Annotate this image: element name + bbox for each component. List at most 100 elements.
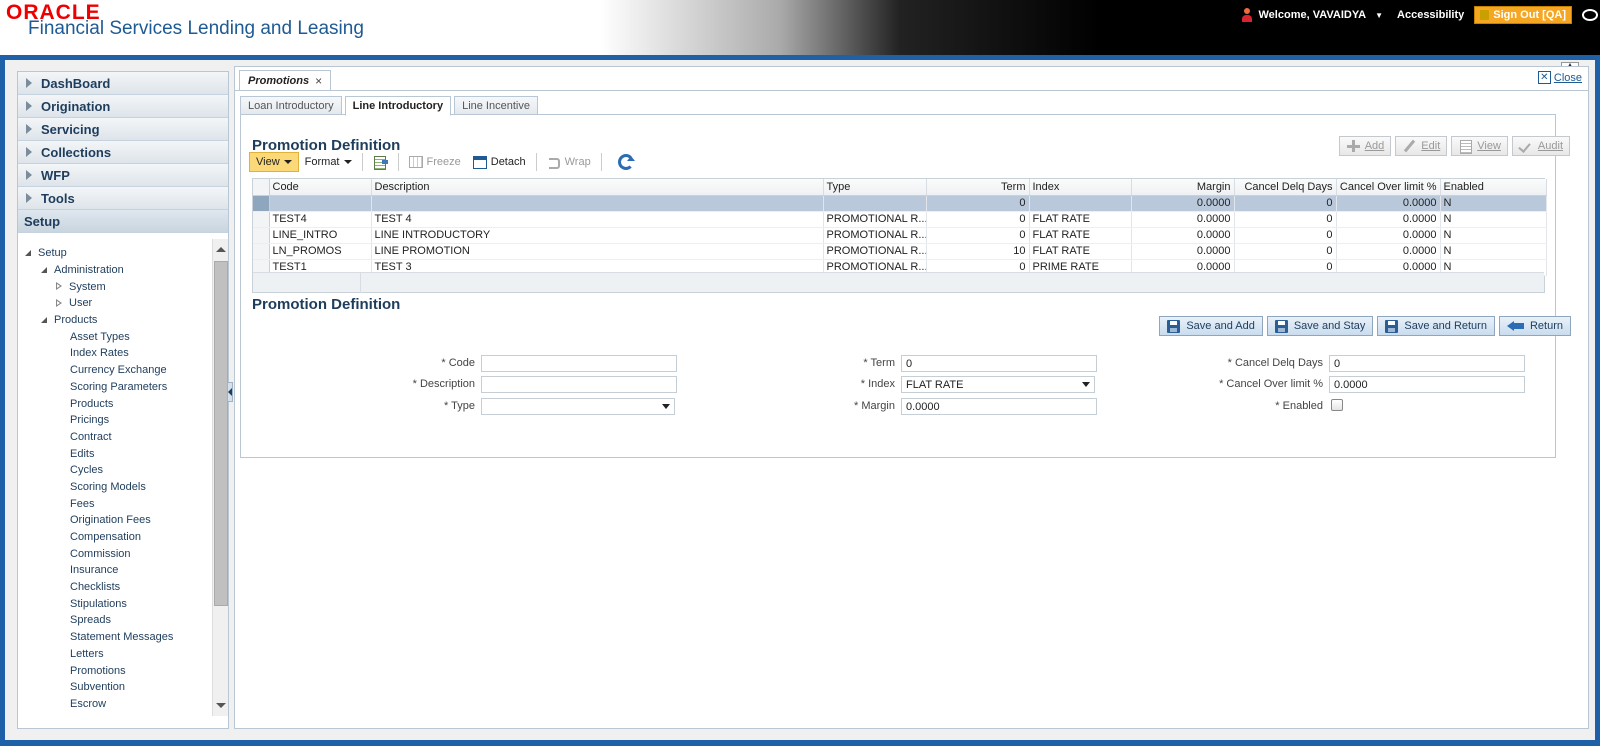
format-menu-button[interactable]: Format [299,152,358,172]
tree-item-origination-fees[interactable]: Origination Fees [18,512,228,529]
collapsed-arrow-icon[interactable] [56,298,63,308]
wrap-button[interactable]: Wrap [541,152,597,172]
column-header[interactable]: Type [823,179,927,196]
accordion-servicing[interactable]: Servicing [18,118,228,141]
expanded-arrow-icon[interactable] [40,316,48,324]
tree-item-administration[interactable]: Administration [18,262,228,279]
accordion-dashboard[interactable]: DashBoard [18,72,228,95]
description-input[interactable] [481,376,677,393]
column-header[interactable]: Cancel Delq Days [1234,179,1337,196]
row-header[interactable] [253,227,270,244]
save-and-return-button[interactable]: Save and Return [1377,316,1495,336]
margin-input[interactable] [901,398,1097,415]
code-input[interactable] [481,355,677,372]
edit-button[interactable]: Edit [1395,136,1448,156]
export-button[interactable] [367,152,394,172]
column-header[interactable]: Description [371,179,824,196]
tree-item-commission[interactable]: Commission [18,545,228,562]
tree-item-system[interactable]: System [18,278,228,295]
subtab-line-introductory[interactable]: Line Introductory [344,96,452,116]
tree-item-setup[interactable]: Setup [18,245,228,262]
tree-item-scoring-parameters[interactable]: Scoring Parameters [18,379,228,396]
tree-item-insurance[interactable]: Insurance [18,562,228,579]
tree-item-escrow[interactable]: Escrow [18,696,228,713]
cancel-over-limit-input[interactable] [1329,376,1525,393]
tree-item-compensation[interactable]: Compensation [18,529,228,546]
expanded-arrow-icon[interactable] [24,249,32,257]
table-row[interactable]: 0 0.0000 0 0.0000 N [253,195,1547,212]
save-and-add-button[interactable]: Save and Add [1159,316,1263,336]
audit-button[interactable]: Audit [1511,136,1570,156]
column-header[interactable]: Cancel Over limit % [1336,179,1441,196]
freeze-button[interactable]: Freeze [403,152,467,172]
tree-item-scoring-models[interactable]: Scoring Models [18,479,228,496]
scroll-thumb[interactable] [214,261,228,606]
type-select[interactable] [481,398,675,415]
accordion-collections[interactable]: Collections [18,141,228,164]
tree-item-edits[interactable]: Edits [18,445,228,462]
tree-item-checklists[interactable]: Checklists [18,579,228,596]
table-row[interactable]: LINE_INTRO LINE INTRODUCTORY PROMOTIONAL R… [253,227,1547,244]
row-header[interactable] [253,243,270,260]
tree-item-user[interactable]: User [18,295,228,312]
accordion-tools[interactable]: Tools [18,187,228,210]
save-and-stay-button[interactable]: Save and Stay [1266,316,1374,336]
tree-item-products[interactable]: Products [18,395,228,412]
tree-item-letters[interactable]: Letters [18,646,228,663]
user-menu[interactable]: Welcome, VAVAIDYA ▼ [1241,8,1383,22]
tree-item-contract[interactable]: Contract [18,429,228,446]
term-input[interactable] [901,355,1097,372]
close-tab-icon[interactable]: × [315,74,322,88]
column-header[interactable]: Code [269,179,372,196]
row-header[interactable] [253,195,270,212]
tree-item-label: Subvention [70,681,126,694]
refresh-button[interactable] [606,152,640,172]
tree-item-cycles[interactable]: Cycles [18,462,228,479]
list-actions: Add Edit View Audit [1338,136,1570,156]
scroll-down-icon[interactable] [216,703,226,708]
accordion-origination[interactable]: Origination [18,95,228,118]
tree-item-statement-messages[interactable]: Statement Messages [18,629,228,646]
tree-item-products[interactable]: Products [18,312,228,329]
subtab-loan-introductory[interactable]: Loan Introductory [240,96,342,115]
table-row[interactable]: LN_PROMOS LINE PROMOTION PROMOTIONAL R... 1… [253,243,1547,260]
tree-item-wfp[interactable]: WFP [18,712,228,716]
add-button[interactable]: Add [1338,136,1392,156]
return-button[interactable]: Return [1498,316,1571,336]
detach-button[interactable]: Detach [467,152,532,172]
description-label: * Description [412,378,475,390]
column-header[interactable]: Enabled [1440,179,1547,196]
tree-item-promotions[interactable]: Promotions [18,662,228,679]
view-button[interactable]: View [1451,136,1508,156]
column-header[interactable]: Margin [1131,179,1235,196]
collapsed-arrow-icon[interactable] [56,282,63,291]
table-row[interactable]: TEST4 TEST 4 PROMOTIONAL R... 0 FLAT RATE 0.0… [253,211,1547,228]
cancel-delq-days-input[interactable] [1329,355,1525,372]
subtab-line-incentive[interactable]: Line Incentive [454,96,538,115]
tree-item-asset-types[interactable]: Asset Types [18,328,228,345]
tree-item-pricings[interactable]: Pricings [18,412,228,429]
tree-item-index-rates[interactable]: Index Rates [18,345,228,362]
tree-item-stipulations[interactable]: Stipulations [18,595,228,612]
tree-item-currency-exchange[interactable]: Currency Exchange [18,362,228,379]
index-select[interactable]: FLAT RATE [901,376,1095,393]
close-button[interactable]: ✕ Close [1537,71,1582,84]
collapse-nav-splitter[interactable] [227,382,233,402]
column-header[interactable]: Index [1029,179,1132,196]
expanded-arrow-icon[interactable] [40,266,48,274]
row-header[interactable] [253,211,270,228]
accordion-setup[interactable]: Setup [18,210,228,233]
app-header: ORACLE Financial Services Lending and Le… [0,0,1600,55]
accordion-wfp[interactable]: WFP [18,164,228,187]
tree-item-spreads[interactable]: Spreads [18,612,228,629]
scroll-up-icon[interactable] [216,247,226,252]
tree-item-fees[interactable]: Fees [18,495,228,512]
accessibility-link[interactable]: Accessibility [1397,9,1464,21]
view-menu-button[interactable]: View [249,152,299,172]
enabled-checkbox[interactable] [1331,399,1343,411]
tree-scrollbar[interactable] [212,239,228,716]
tab-promotions[interactable]: Promotions × [239,70,332,90]
column-header[interactable]: Term [926,179,1030,196]
tree-item-subvention[interactable]: Subvention [18,679,228,696]
signout-button[interactable]: Sign Out [QA] [1474,6,1572,24]
